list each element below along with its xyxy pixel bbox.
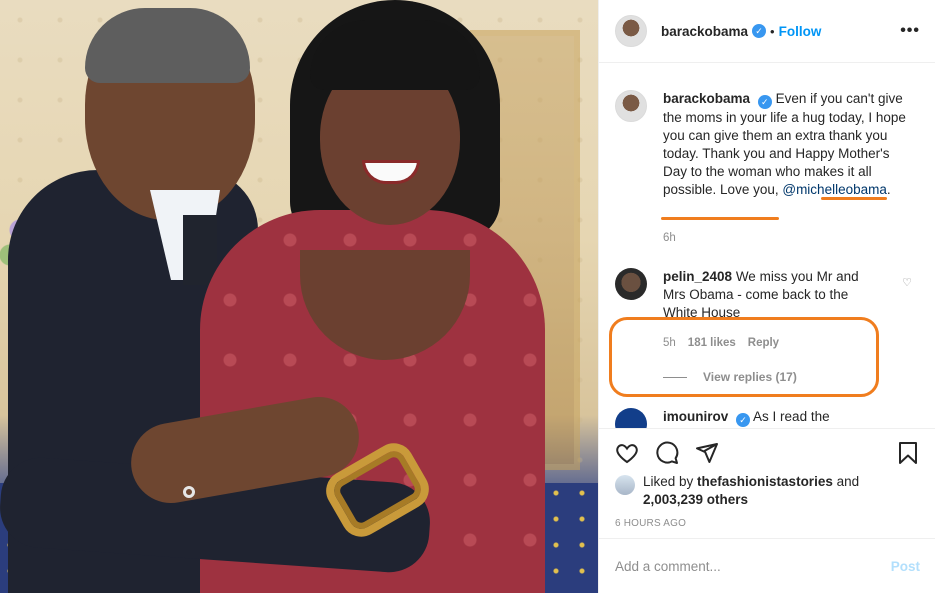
man-hair (85, 8, 250, 83)
post-header: barackobama ✓ • Follow ••• (599, 0, 935, 63)
liker-username[interactable]: thefashionistastories (697, 474, 833, 489)
post-timestamp[interactable]: 6 HOURS AGO (615, 518, 686, 529)
replies-divider (663, 377, 687, 378)
caption-text: barackobama ✓ Even if you can't give the… (663, 90, 911, 199)
comment-row: pelin_2408 We miss you Mr and Mrs Obama … (615, 268, 873, 322)
wedding-ring (183, 486, 195, 498)
add-comment-input[interactable] (615, 558, 855, 574)
likes-count[interactable]: 2,003,239 others (643, 492, 748, 507)
comment-like-heart-icon[interactable]: ♡ (902, 276, 912, 289)
annotation-underline (661, 217, 779, 220)
author-avatar[interactable] (615, 15, 647, 47)
liker-avatar[interactable] (615, 475, 635, 495)
verified-badge-icon: ✓ (757, 95, 772, 109)
comment-icon[interactable] (655, 441, 679, 465)
comment-likes[interactable]: 181 likes (688, 337, 736, 349)
comment-row: imounirov ✓ As I read the (615, 408, 830, 428)
mention-link[interactable]: @michelleobama (782, 182, 887, 197)
man-tie (183, 215, 217, 285)
comments-scroll-area[interactable]: barackobama ✓ Even if you can't give the… (599, 64, 935, 428)
follow-button[interactable]: Follow (779, 24, 822, 39)
verified-badge-icon: ✓ (736, 413, 751, 427)
likes-and: and (832, 474, 860, 489)
comment-username[interactable]: imounirov (663, 409, 728, 424)
post-photo[interactable] (0, 0, 598, 593)
likes-summary: Liked by thefashionistastories and 2,003… (615, 473, 913, 509)
comment-composer: Post (599, 538, 935, 593)
view-replies-button[interactable]: View replies (17) (703, 370, 797, 384)
comment-username[interactable]: pelin_2408 (663, 269, 732, 284)
author-username[interactable]: barackobama (661, 24, 748, 39)
comment-body: As I read the (753, 409, 830, 424)
separator-dot: • (770, 23, 775, 39)
comment-text: pelin_2408 We miss you Mr and Mrs Obama … (663, 268, 873, 322)
caption-period: . (886, 182, 891, 197)
comment-time: 5h (663, 337, 676, 349)
commenter-avatar[interactable] (615, 408, 647, 428)
action-bar: Liked by thefashionistastories and 2,003… (599, 428, 935, 538)
woman-bangs (310, 20, 480, 90)
likes-text: Liked by thefashionistastories and 2,003… (643, 473, 913, 509)
caption-love: Love you, (720, 182, 779, 197)
caption-row: barackobama ✓ Even if you can't give the… (615, 90, 911, 199)
likes-prefix: Liked by (643, 474, 698, 489)
bookmark-icon[interactable] (896, 441, 920, 465)
caption-time: 6h (663, 232, 676, 244)
more-options-icon[interactable]: ••• (900, 22, 920, 40)
caption-avatar[interactable] (615, 90, 647, 122)
post-panel: barackobama ✓ • Follow ••• barackobama ✓… (598, 0, 935, 593)
post-button[interactable]: Post (891, 559, 920, 574)
instagram-post: barackobama ✓ • Follow ••• barackobama ✓… (0, 0, 935, 593)
caption-username[interactable]: barackobama (663, 91, 750, 106)
paper-plane-icon[interactable] (695, 441, 719, 465)
comment-meta: 5h 181 likes Reply (663, 337, 779, 349)
annotation-underline (821, 197, 887, 200)
annotation-highlight-box (609, 317, 879, 397)
reply-button[interactable]: Reply (748, 337, 779, 349)
verified-badge-icon: ✓ (752, 24, 767, 38)
commenter-avatar[interactable] (615, 268, 647, 300)
comment-text: imounirov ✓ As I read the (663, 408, 830, 428)
heart-icon[interactable] (615, 441, 639, 465)
